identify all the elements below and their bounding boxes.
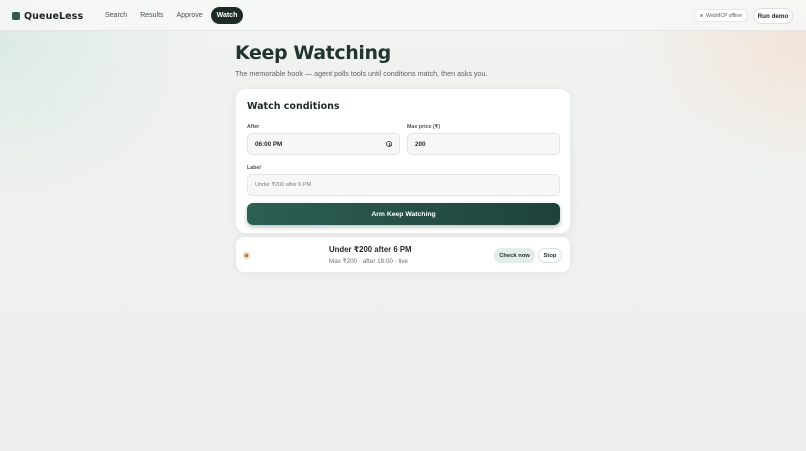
webmcp-status-badge: WebMCP offline xyxy=(694,9,748,22)
max-price-input[interactable]: 200 xyxy=(407,133,560,155)
card-title: Watch conditions xyxy=(247,101,340,112)
page-title: Keep Watching xyxy=(235,42,391,64)
nav-item-approve[interactable]: Approve xyxy=(172,7,208,24)
label-input[interactable]: Under ₹200 after 6 PM xyxy=(247,174,560,196)
label-field-label: Label xyxy=(247,165,261,171)
active-watch-item: Under ₹200 after 6 PM Max ₹200 · after 1… xyxy=(235,236,571,273)
stop-button[interactable]: Stop xyxy=(538,248,562,263)
main-nav: Search Results Approve Watch xyxy=(100,7,244,24)
after-time-input[interactable]: 06:00 PM xyxy=(247,133,400,155)
square-logo-icon xyxy=(12,12,20,20)
max-price-value: 200 xyxy=(415,140,426,148)
watch-conditions-card: Watch conditions After 06:00 PM Max pric… xyxy=(235,88,571,234)
check-now-button[interactable]: Check now xyxy=(494,248,535,263)
status-dot-icon xyxy=(700,14,703,17)
max-price-label: Max price (₹) xyxy=(407,124,441,130)
brand[interactable]: QueueLess xyxy=(12,9,83,23)
live-status-icon xyxy=(243,252,250,259)
arm-keep-watching-button[interactable]: Arm Keep Watching xyxy=(247,203,560,225)
watch-title: Under ₹200 after 6 PM xyxy=(329,245,412,254)
nav-item-results[interactable]: Results xyxy=(135,7,168,24)
after-label: After xyxy=(247,124,260,130)
brand-name: QueueLess xyxy=(24,10,84,22)
run-demo-button[interactable]: Run demo xyxy=(753,8,793,24)
nav-item-watch[interactable]: Watch xyxy=(210,7,244,24)
watch-meta: Max ₹200 · after 18:00 · live xyxy=(329,258,408,265)
webmcp-status-text: WebMCP offline xyxy=(706,12,742,19)
top-navigation-bar: QueueLess Search Results Approve Watch W… xyxy=(0,0,806,31)
after-time-value: 06:00 PM xyxy=(255,140,283,148)
page-subtitle: The memorable hook — agent polls tools u… xyxy=(235,69,488,78)
nav-item-search[interactable]: Search xyxy=(100,7,132,24)
clock-icon[interactable] xyxy=(386,141,392,147)
label-input-placeholder: Under ₹200 after 6 PM xyxy=(255,182,312,188)
